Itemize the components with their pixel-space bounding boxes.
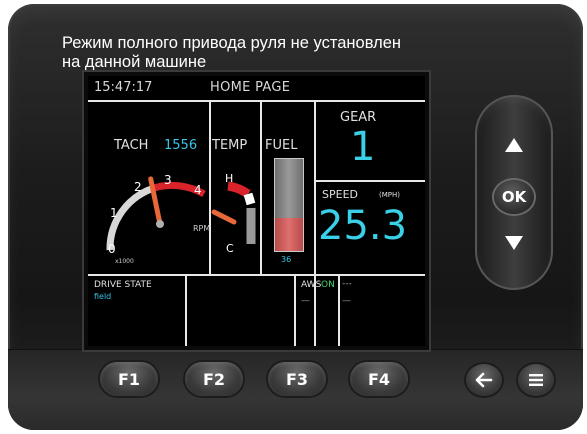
speed-label: SPEED <box>322 188 358 201</box>
empty-cell-value: --- <box>342 279 352 289</box>
fuel-bar-fill <box>275 217 303 251</box>
caption-line-2: на данной машине <box>62 53 207 71</box>
drive-state-label: DRIVE STATE <box>94 280 152 290</box>
fuel-label: FUEL <box>265 138 298 153</box>
tach-unit: RPM <box>193 224 211 233</box>
up-arrow-icon[interactable] <box>505 138 523 152</box>
f1-button[interactable]: F1 <box>100 362 158 396</box>
home-screen: 15:47:17 HOME PAGE TACH 1556 0 x1000 1 2 <box>88 76 425 346</box>
caption-line-1: Режим полного привода руля не установлен <box>62 34 401 52</box>
temp-needle <box>211 209 237 225</box>
empty-cell-value: — <box>342 296 351 306</box>
tach-multiplier: x1000 <box>115 258 134 265</box>
f2-button[interactable]: F2 <box>185 362 243 396</box>
drive-state-value: field <box>94 292 112 301</box>
aws-value: ON <box>321 280 335 290</box>
tach-tick-label: 1 <box>110 206 118 220</box>
tach-tick-label: 0 <box>108 242 116 256</box>
menu-button[interactable] <box>518 364 554 396</box>
aws-label: AWS <box>301 280 322 290</box>
tach-tick-label: 3 <box>164 173 172 187</box>
temp-label: TEMP <box>212 138 248 153</box>
f4-button[interactable]: F4 <box>350 362 408 396</box>
down-arrow-icon[interactable] <box>505 236 523 250</box>
gear-label: GEAR <box>340 110 377 125</box>
temp-low-label: C <box>226 242 234 255</box>
back-arrow-icon <box>475 372 493 388</box>
aws-sub-value: — <box>301 296 310 306</box>
temp-arc-hot <box>227 181 251 198</box>
speed-value: 25.3 <box>318 203 408 249</box>
caption-overlay: Режим полного привода руля не установлен… <box>62 34 532 72</box>
ok-button[interactable]: OK <box>494 180 534 214</box>
tach-hub <box>156 220 164 228</box>
fuel-percent: 36 <box>281 255 292 264</box>
tach-tick-label: 4 <box>194 183 202 197</box>
tach-tick-label: 2 <box>134 180 142 194</box>
menu-icon <box>529 374 543 386</box>
f3-button[interactable]: F3 <box>268 362 326 396</box>
temp-high-label: H <box>225 172 234 185</box>
speed-unit: (MPH) <box>379 191 400 199</box>
temp-arc-normal <box>243 192 256 206</box>
back-button[interactable] <box>466 364 502 396</box>
fuel-bar <box>274 158 304 252</box>
stage: Режим полного привода руля не установлен… <box>0 0 587 434</box>
gear-value: 1 <box>350 124 376 170</box>
